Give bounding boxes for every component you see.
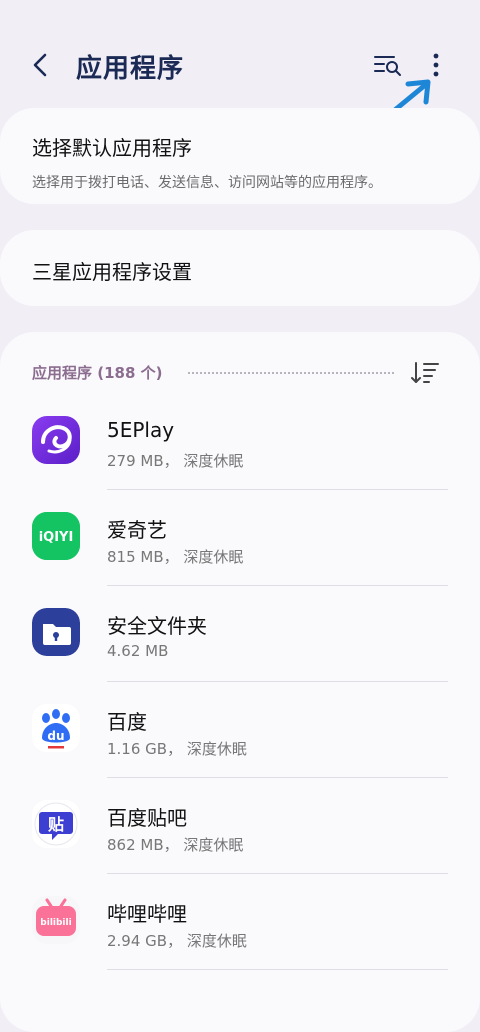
app-list-header: 应用程序 (188 个) bbox=[32, 360, 448, 384]
list-item[interactable]: 贴 百度贴吧 862 MB， 深度休眠 bbox=[0, 778, 480, 874]
default-apps-title: 选择默认应用程序 bbox=[32, 136, 192, 160]
app-name: 哔哩哔哩 bbox=[107, 902, 187, 926]
default-apps-card[interactable]: 选择默认应用程序 选择用于拨打电话、发送信息、访问网站等的应用程序。 bbox=[0, 108, 480, 204]
list-item[interactable]: iQIYI 爱奇艺 815 MB， 深度休眠 bbox=[0, 490, 480, 586]
divider bbox=[107, 969, 448, 970]
baidu-icon: du bbox=[32, 704, 80, 752]
tieba-icon: 贴 bbox=[32, 800, 80, 848]
list-item[interactable]: bilibili 哔哩哔哩 2.94 GB， 深度休眠 bbox=[0, 874, 480, 970]
app-name: 5EPlay bbox=[107, 418, 175, 442]
app-meta: 279 MB， 深度休眠 bbox=[107, 452, 244, 470]
iqiyi-icon-text: iQIYI bbox=[39, 530, 74, 545]
app-count-label: 应用程序 (188 个) bbox=[32, 364, 163, 382]
bilibili-icon-text: bilibili bbox=[40, 918, 71, 928]
default-apps-subtitle: 选择用于拨打电话、发送信息、访问网站等的应用程序。 bbox=[32, 175, 382, 191]
dotted-divider bbox=[188, 372, 394, 374]
app-name: 百度 bbox=[107, 710, 147, 734]
sort-button[interactable] bbox=[410, 360, 442, 386]
sort-icon bbox=[411, 362, 439, 383]
app-name: 爱奇艺 bbox=[107, 518, 167, 542]
5eplay-icon bbox=[32, 416, 80, 464]
chevron-left-icon bbox=[33, 53, 47, 77]
app-meta: 862 MB， 深度休眠 bbox=[107, 836, 244, 854]
back-button[interactable] bbox=[26, 50, 56, 80]
app-name: 百度贴吧 bbox=[107, 806, 187, 830]
secure-folder-icon bbox=[32, 608, 80, 656]
list-item[interactable]: du 百度 1.16 GB， 深度休眠 bbox=[0, 682, 480, 778]
bilibili-icon: bilibili bbox=[32, 896, 80, 944]
iqiyi-icon: iQIYI bbox=[32, 512, 80, 560]
app-meta: 2.94 GB， 深度休眠 bbox=[107, 932, 247, 950]
app-list-card: 应用程序 (188 个) 5EPlay 279 MB， 深度休眠 iQIYI 爱… bbox=[0, 332, 480, 1032]
app-meta: 4.62 MB bbox=[107, 642, 169, 660]
app-meta: 815 MB， 深度休眠 bbox=[107, 548, 244, 566]
list-item[interactable]: 安全文件夹 4.62 MB bbox=[0, 586, 480, 682]
app-name: 安全文件夹 bbox=[107, 614, 207, 638]
tieba-icon-text: 贴 bbox=[48, 815, 64, 834]
samsung-app-settings-card[interactable]: 三星应用程序设置 bbox=[0, 230, 480, 306]
baidu-icon-text: du bbox=[47, 729, 64, 743]
list-item[interactable]: 5EPlay 279 MB， 深度休眠 bbox=[0, 394, 480, 490]
samsung-app-settings-title: 三星应用程序设置 bbox=[32, 260, 192, 284]
page-title: 应用程序 bbox=[76, 54, 185, 84]
app-meta: 1.16 GB， 深度休眠 bbox=[107, 740, 247, 758]
top-app-bar: 应用程序 bbox=[0, 0, 480, 117]
